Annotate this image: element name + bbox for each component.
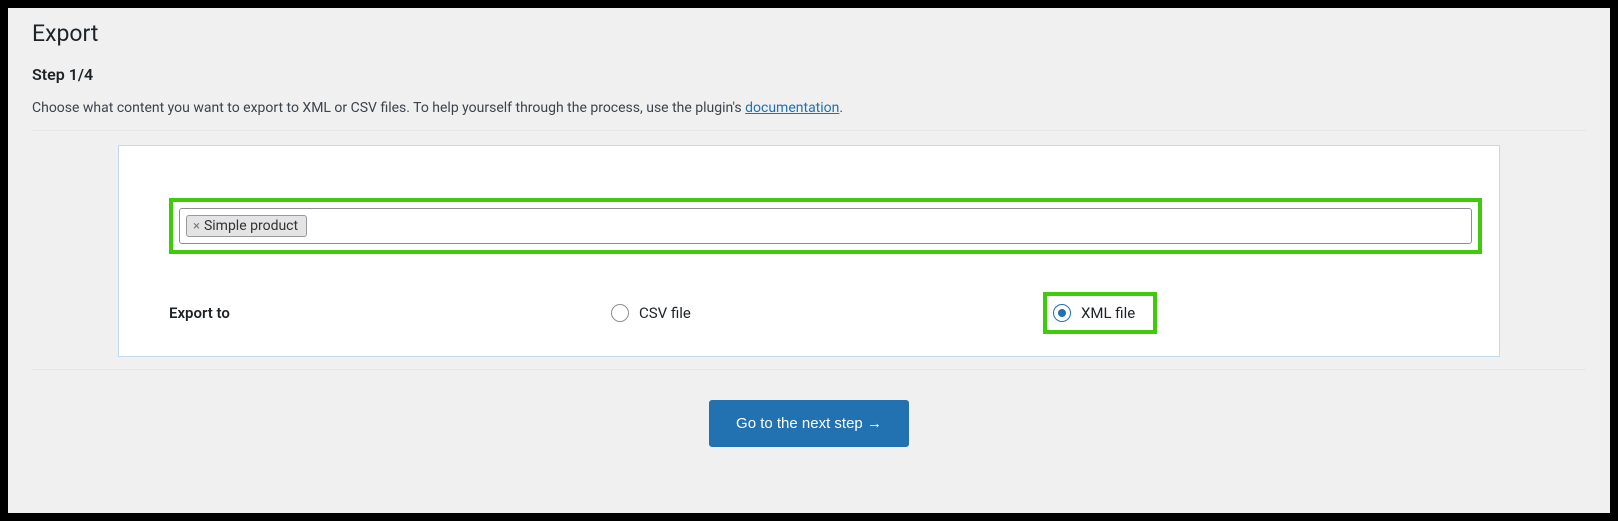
radio-xml-highlight: XML file — [1043, 292, 1157, 334]
page-title: Export — [32, 20, 1586, 47]
radio-dot-icon — [1058, 309, 1066, 317]
radio-icon — [611, 304, 629, 322]
documentation-link[interactable]: documentation — [745, 100, 839, 116]
step-indicator: Step 1/4 — [32, 65, 1586, 84]
radio-xml-file[interactable]: XML file — [1053, 304, 1135, 322]
next-step-button[interactable]: Go to the next step → — [709, 400, 909, 447]
radio-csv-file[interactable]: CSV file — [611, 304, 1043, 322]
divider — [32, 369, 1586, 370]
chip-label: Simple product — [204, 218, 298, 234]
content-type-select[interactable]: × Simple product — [179, 208, 1472, 244]
export-to-row: Export to CSV file XML file — [169, 292, 1449, 334]
selected-chip-simple-product: × Simple product — [186, 215, 307, 237]
description-text-post: . — [839, 100, 843, 116]
radio-csv-label: CSV file — [639, 304, 691, 322]
export-panel: × Simple product Export to CSV file — [118, 145, 1500, 357]
step-description: Choose what content you want to export t… — [32, 100, 1586, 131]
radio-icon — [1053, 304, 1071, 322]
export-to-label: Export to — [169, 304, 611, 322]
description-text-pre: Choose what content you want to export t… — [32, 100, 745, 116]
content-select-highlight: × Simple product — [169, 198, 1482, 254]
radio-xml-label: XML file — [1081, 304, 1135, 322]
remove-chip-icon[interactable]: × — [193, 220, 200, 233]
